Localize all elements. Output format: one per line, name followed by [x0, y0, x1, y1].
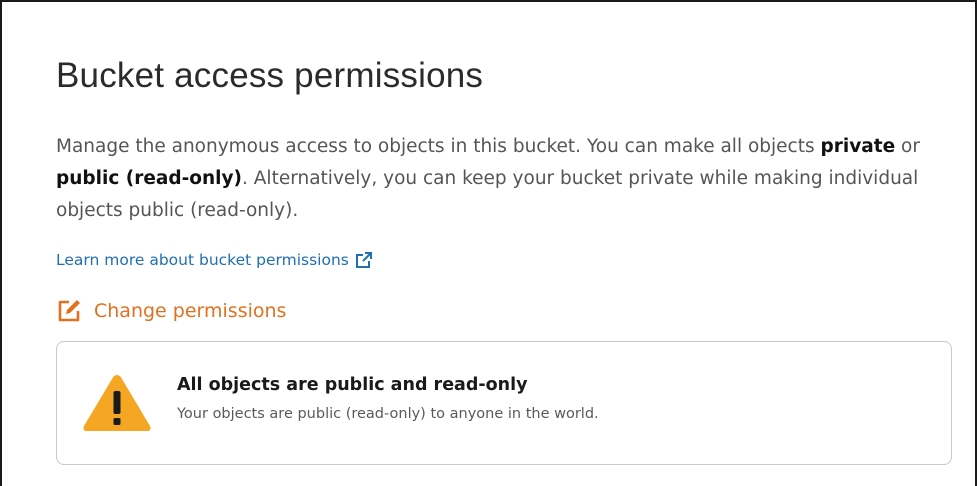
page-title: Bucket access permissions: [56, 56, 484, 95]
bucket-permissions-window: Bucket access permissions Manage the ano…: [0, 0, 977, 486]
status-title: All objects are public and read-only: [177, 375, 528, 395]
warning-icon: [81, 372, 153, 434]
change-permissions-label: Change permissions: [94, 300, 287, 322]
external-link-icon: [355, 251, 373, 269]
status-subtitle: Your objects are public (read-only) to a…: [177, 406, 599, 422]
learn-more-link-label: Learn more about bucket permissions: [56, 251, 349, 269]
edit-icon: [56, 298, 82, 324]
description-private: private: [820, 136, 896, 157]
change-permissions-button[interactable]: Change permissions: [56, 298, 286, 324]
description-or: or: [895, 136, 920, 157]
learn-more-link[interactable]: Learn more about bucket permissions: [56, 251, 373, 269]
description-public: public (read-only): [56, 168, 243, 189]
description-text-1: Manage the anonymous access to objects i…: [56, 136, 821, 157]
permissions-description: Manage the anonymous access to objects i…: [56, 131, 956, 227]
permission-status-card: All objects are public and read-only You…: [56, 341, 952, 465]
